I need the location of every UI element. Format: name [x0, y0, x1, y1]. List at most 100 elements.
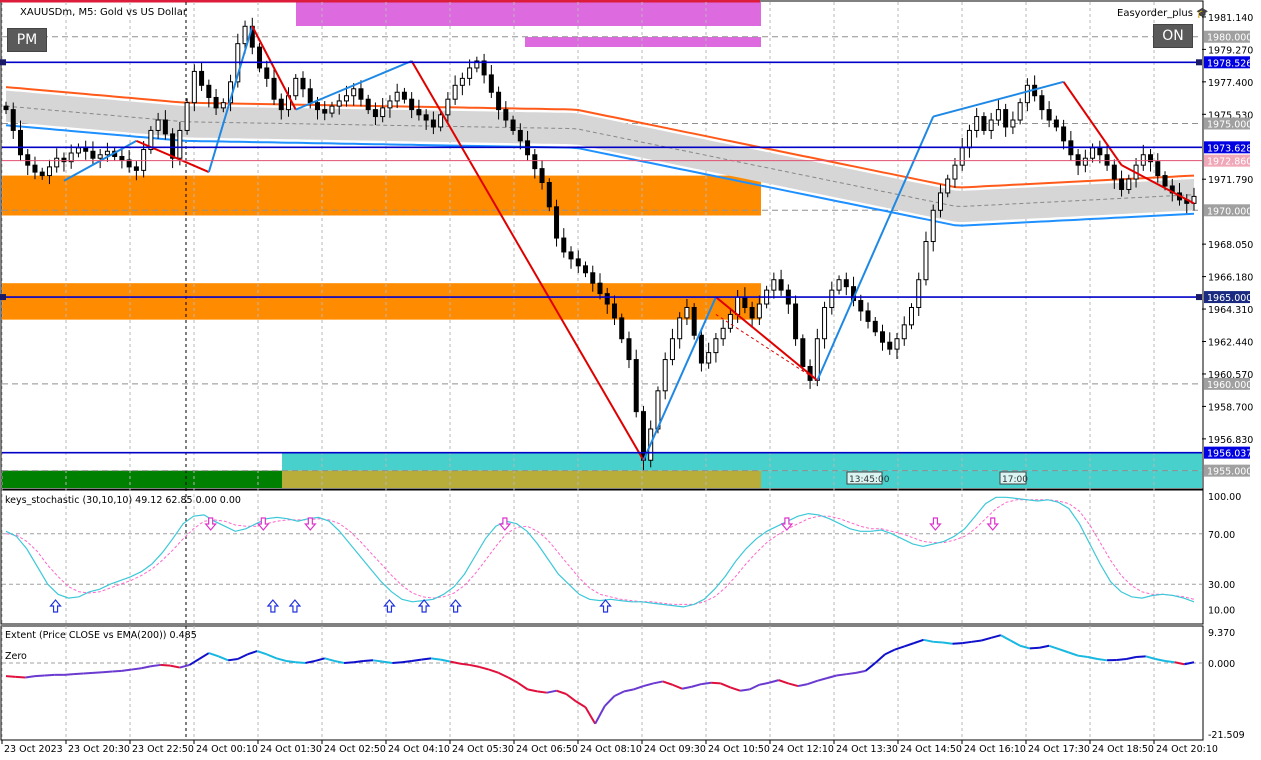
extent-segment	[199, 653, 209, 659]
candle-body	[881, 332, 885, 342]
time-tick-label: 24 Oct 12:10	[772, 744, 834, 755]
price-panel-frame	[1, 1, 1203, 489]
extent-segment	[132, 668, 142, 669]
extent-segment	[904, 643, 914, 646]
extent-segment	[170, 666, 180, 668]
extent-segment	[1155, 659, 1165, 661]
candle-body	[84, 148, 88, 151]
on-button[interactable]: ON	[1153, 24, 1193, 48]
extent-segment	[547, 691, 557, 693]
time-tick-label: 24 Oct 08:10	[580, 744, 642, 755]
extent-segment	[431, 658, 441, 659]
extent-segment	[991, 635, 1001, 638]
candle-body	[736, 297, 740, 314]
time-tick-label: 24 Oct 00:10	[196, 744, 258, 755]
candles-layer	[4, 18, 1196, 470]
candle-body	[91, 151, 95, 158]
stoch-tick-label: 10.00	[1208, 605, 1235, 616]
extent-segment	[16, 677, 26, 678]
candle-body	[975, 117, 979, 131]
candle-body	[612, 304, 616, 318]
ea-label: Easyorder_plus 🎓	[1117, 8, 1209, 19]
candle-body	[258, 47, 262, 68]
candle-body	[62, 158, 66, 161]
extent-segment	[856, 671, 866, 673]
extent-tick-label: 0.000	[1208, 659, 1235, 670]
time-tick-label: 24 Oct 13:30	[836, 744, 898, 755]
candle-body	[982, 117, 986, 131]
extent-segment	[383, 662, 393, 663]
candle-body	[844, 280, 848, 287]
level-handle	[1196, 294, 1202, 300]
candle-body	[924, 242, 928, 280]
extent-segment	[1010, 640, 1020, 645]
extent-segment	[730, 687, 740, 690]
hat-icon: 🎓	[1196, 8, 1208, 19]
extent-segment	[508, 677, 518, 682]
extent-segment	[392, 662, 402, 663]
extent-segment	[1088, 657, 1098, 659]
candle-body	[76, 148, 80, 153]
candle-body	[1112, 165, 1116, 179]
extent-segment	[296, 662, 306, 663]
extent-segment	[470, 665, 480, 667]
extent-segment	[151, 665, 161, 666]
candle-body	[837, 280, 841, 290]
extent-segment	[779, 680, 789, 683]
candle-body	[823, 307, 827, 338]
candle-body	[323, 110, 327, 113]
stoch-up-arrow	[419, 600, 429, 612]
price-tag-label: 1978.526	[1207, 58, 1252, 69]
extent-segment	[441, 660, 451, 662]
extent-segment	[1049, 646, 1059, 649]
price-tick-label: 1981.140	[1208, 13, 1253, 24]
trading-chart-window: 13:45:0017:00 keys_stochastic (30,10,10)…	[0, 0, 1261, 756]
candle-body	[47, 167, 51, 176]
candle-body	[221, 103, 225, 108]
stoch-up-arrow	[451, 600, 461, 612]
extent-segment	[1175, 662, 1185, 664]
pm-button[interactable]: PM	[7, 28, 47, 52]
extent-segment	[354, 661, 364, 662]
candle-body	[670, 339, 674, 360]
candle-body	[352, 89, 356, 96]
candle-body	[794, 304, 798, 339]
extent-segment	[499, 673, 509, 678]
supply-zone-small	[525, 37, 761, 47]
extent-segment	[653, 681, 663, 683]
extent-segment	[35, 676, 45, 677]
extent-segment	[25, 676, 35, 677]
candle-body	[243, 26, 247, 43]
extent-segment	[576, 701, 586, 707]
stochastic-panel: keys_stochastic (30,10,10) 49.12 62.85 0…	[2, 495, 1202, 612]
extent-segment	[808, 681, 818, 684]
candle-body	[308, 89, 312, 103]
extent-segment	[1030, 648, 1040, 649]
candle-body	[402, 92, 406, 99]
candle-body	[301, 78, 305, 88]
candle-body	[1018, 103, 1022, 120]
extent-segment	[6, 676, 16, 677]
candle-body	[315, 103, 319, 110]
candle-body	[967, 130, 971, 147]
extent-segment	[624, 689, 634, 691]
price-tag-label: 1975.000	[1207, 120, 1252, 131]
candle-body	[678, 318, 682, 339]
extent-segment	[1117, 659, 1127, 660]
candle-body	[359, 89, 363, 99]
extent-segment	[209, 653, 219, 656]
extent-segment	[64, 674, 74, 675]
candle-body	[120, 156, 124, 159]
extent-segment	[373, 660, 383, 661]
chart-canvas[interactable]: 13:45:0017:00 keys_stochastic (30,10,10)…	[0, 0, 1261, 756]
extent-panel-frame	[1, 626, 1203, 740]
extent-segment	[866, 663, 876, 671]
candle-body	[207, 85, 211, 97]
extent-segment	[817, 678, 827, 681]
extent-segment	[692, 684, 702, 687]
candle-body	[931, 210, 935, 241]
candle-body	[26, 155, 30, 165]
candle-body	[439, 115, 443, 127]
extent-segment	[914, 640, 924, 643]
extent-segment	[895, 646, 905, 649]
